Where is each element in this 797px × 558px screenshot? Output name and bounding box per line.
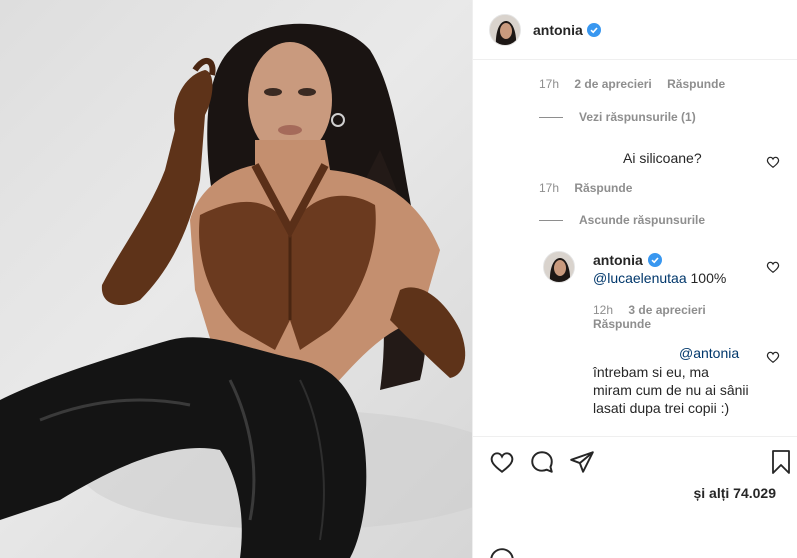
bookmark-icon[interactable] bbox=[769, 449, 793, 475]
comment-time[interactable]: 17h bbox=[539, 181, 559, 195]
likes-count[interactable]: și alți 74.029 bbox=[693, 485, 776, 501]
verified-badge-icon bbox=[648, 253, 662, 267]
comment-meta: 17h 2 de aprecieri Răspunde bbox=[539, 77, 737, 91]
comment-like-heart-icon[interactable] bbox=[766, 155, 780, 169]
reply-time[interactable]: 12h bbox=[593, 303, 613, 317]
divider-line bbox=[539, 116, 563, 118]
reply-body: 100% bbox=[690, 270, 727, 286]
reply-text-line: miram cum de nu ai sânii bbox=[593, 382, 749, 398]
reply-text-line: întrebam si eu, ma bbox=[593, 364, 709, 380]
hide-replies-button[interactable]: Ascunde răspunsurile bbox=[539, 213, 705, 227]
reply-button[interactable]: Răspunde bbox=[574, 181, 632, 195]
reply-text-line: lasati dupa trei copii :) bbox=[593, 400, 730, 416]
reply-like-heart-icon[interactable] bbox=[766, 350, 780, 364]
hide-replies-label: Ascunde răspunsurile bbox=[579, 213, 706, 227]
emoji-icon[interactable] bbox=[489, 547, 515, 558]
author-avatar[interactable] bbox=[489, 13, 521, 46]
reply-button[interactable]: Răspunde bbox=[593, 317, 651, 331]
post-side-panel: antonia 17h 2 de aprecieri Răspunde Vezi… bbox=[472, 0, 797, 558]
view-replies-button[interactable]: Vezi răspunsurile (1) bbox=[539, 110, 696, 124]
reply-meta-row2: Răspunde bbox=[593, 317, 663, 331]
post-photo[interactable] bbox=[0, 0, 472, 558]
reply-text: @lucaelenutaa 100% bbox=[593, 269, 726, 287]
reply-username[interactable]: antonia bbox=[593, 251, 643, 269]
reply-mention: @antonia bbox=[679, 344, 739, 362]
comment-meta: 17h Răspunde bbox=[539, 181, 644, 195]
post-image bbox=[0, 23, 472, 558]
post-header: antonia bbox=[473, 0, 797, 60]
comment-likes[interactable]: 2 de aprecieri bbox=[574, 77, 651, 91]
reply-button[interactable]: Răspunde bbox=[667, 77, 725, 91]
reply-likes[interactable]: 3 de aprecieri bbox=[628, 303, 705, 317]
mention-link[interactable]: @lucaelenutaa bbox=[593, 270, 687, 286]
comments-list: 17h 2 de aprecieri Răspunde Vezi răspuns… bbox=[473, 61, 797, 436]
verified-badge-icon bbox=[586, 22, 601, 37]
comment-time[interactable]: 17h bbox=[539, 77, 559, 91]
view-replies-label: Vezi răspunsurile (1) bbox=[579, 110, 696, 124]
post-actions: și alți 74.029 bbox=[473, 436, 797, 558]
comment-icon[interactable] bbox=[529, 449, 555, 475]
reply-meta: 12h 3 de aprecieri bbox=[593, 303, 718, 317]
divider-line bbox=[539, 219, 563, 221]
mention-link[interactable]: @antonia bbox=[679, 345, 739, 361]
heart-icon[interactable] bbox=[489, 449, 515, 475]
author-username[interactable]: antonia bbox=[533, 22, 583, 38]
reply-like-heart-icon[interactable] bbox=[766, 260, 780, 274]
share-icon[interactable] bbox=[569, 449, 595, 475]
reply-avatar[interactable] bbox=[543, 251, 575, 283]
comment-text: Ai silicoane? bbox=[623, 150, 702, 166]
